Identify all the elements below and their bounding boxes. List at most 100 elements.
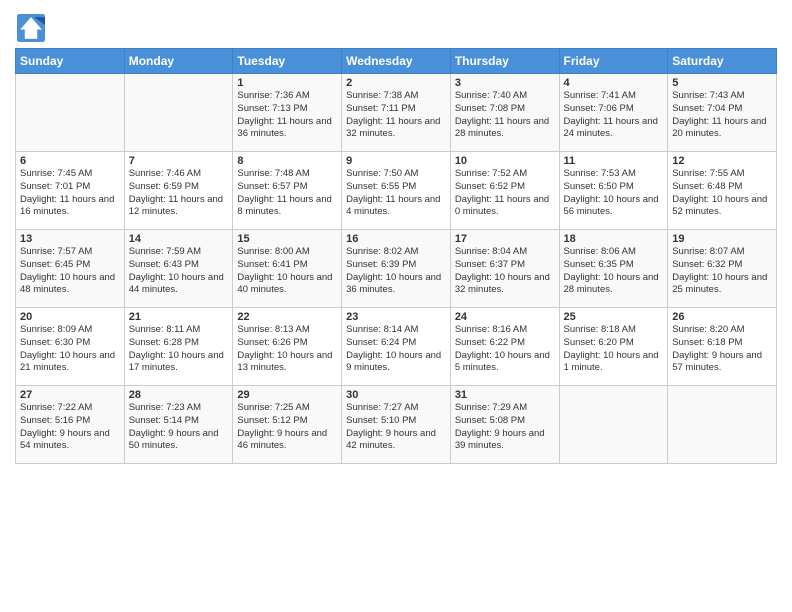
- calendar-header: SundayMondayTuesdayWednesdayThursdayFrid…: [16, 49, 777, 74]
- day-info: Sunrise: 7:55 AMSunset: 6:48 PMDaylight:…: [672, 168, 772, 219]
- day-info: Sunrise: 7:36 AMSunset: 7:13 PMDaylight:…: [237, 90, 337, 141]
- day-info: Sunrise: 7:57 AMSunset: 6:45 PMDaylight:…: [20, 246, 120, 297]
- header-cell-tuesday: Tuesday: [233, 49, 342, 74]
- day-number: 22: [237, 311, 337, 323]
- day-number: 12: [672, 155, 772, 167]
- day-info: Sunrise: 7:40 AMSunset: 7:08 PMDaylight:…: [455, 90, 555, 141]
- day-cell: 14Sunrise: 7:59 AMSunset: 6:43 PMDayligh…: [124, 230, 233, 308]
- week-row-3: 13Sunrise: 7:57 AMSunset: 6:45 PMDayligh…: [16, 230, 777, 308]
- day-info: Sunrise: 7:43 AMSunset: 7:04 PMDaylight:…: [672, 90, 772, 141]
- day-info: Sunrise: 7:48 AMSunset: 6:57 PMDaylight:…: [237, 168, 337, 219]
- day-cell: 3Sunrise: 7:40 AMSunset: 7:08 PMDaylight…: [450, 74, 559, 152]
- day-cell: 10Sunrise: 7:52 AMSunset: 6:52 PMDayligh…: [450, 152, 559, 230]
- day-cell: 15Sunrise: 8:00 AMSunset: 6:41 PMDayligh…: [233, 230, 342, 308]
- day-number: 25: [564, 311, 664, 323]
- day-number: 27: [20, 389, 120, 401]
- day-cell: 28Sunrise: 7:23 AMSunset: 5:14 PMDayligh…: [124, 386, 233, 464]
- day-cell: 4Sunrise: 7:41 AMSunset: 7:06 PMDaylight…: [559, 74, 668, 152]
- calendar-table: SundayMondayTuesdayWednesdayThursdayFrid…: [15, 48, 777, 464]
- day-info: Sunrise: 7:53 AMSunset: 6:50 PMDaylight:…: [564, 168, 664, 219]
- day-cell: 11Sunrise: 7:53 AMSunset: 6:50 PMDayligh…: [559, 152, 668, 230]
- day-number: 14: [129, 233, 229, 245]
- day-info: Sunrise: 7:22 AMSunset: 5:16 PMDaylight:…: [20, 402, 120, 453]
- logo: [15, 14, 49, 42]
- day-cell: 1Sunrise: 7:36 AMSunset: 7:13 PMDaylight…: [233, 74, 342, 152]
- day-number: 30: [346, 389, 446, 401]
- day-info: Sunrise: 8:11 AMSunset: 6:28 PMDaylight:…: [129, 324, 229, 375]
- day-number: 6: [20, 155, 120, 167]
- day-cell: 17Sunrise: 8:04 AMSunset: 6:37 PMDayligh…: [450, 230, 559, 308]
- header-cell-monday: Monday: [124, 49, 233, 74]
- day-number: 19: [672, 233, 772, 245]
- day-number: 7: [129, 155, 229, 167]
- day-cell: 20Sunrise: 8:09 AMSunset: 6:30 PMDayligh…: [16, 308, 125, 386]
- day-info: Sunrise: 8:06 AMSunset: 6:35 PMDaylight:…: [564, 246, 664, 297]
- header-row: SundayMondayTuesdayWednesdayThursdayFrid…: [16, 49, 777, 74]
- logo-icon: [17, 14, 45, 42]
- week-row-1: 1Sunrise: 7:36 AMSunset: 7:13 PMDaylight…: [16, 74, 777, 152]
- day-number: 24: [455, 311, 555, 323]
- day-number: 29: [237, 389, 337, 401]
- day-info: Sunrise: 8:04 AMSunset: 6:37 PMDaylight:…: [455, 246, 555, 297]
- day-number: 23: [346, 311, 446, 323]
- day-info: Sunrise: 7:52 AMSunset: 6:52 PMDaylight:…: [455, 168, 555, 219]
- day-cell: 16Sunrise: 8:02 AMSunset: 6:39 PMDayligh…: [342, 230, 451, 308]
- day-info: Sunrise: 8:13 AMSunset: 6:26 PMDaylight:…: [237, 324, 337, 375]
- day-cell: 23Sunrise: 8:14 AMSunset: 6:24 PMDayligh…: [342, 308, 451, 386]
- day-number: 11: [564, 155, 664, 167]
- day-cell: 31Sunrise: 7:29 AMSunset: 5:08 PMDayligh…: [450, 386, 559, 464]
- day-cell: 19Sunrise: 8:07 AMSunset: 6:32 PMDayligh…: [668, 230, 777, 308]
- day-info: Sunrise: 8:18 AMSunset: 6:20 PMDaylight:…: [564, 324, 664, 375]
- day-cell: 12Sunrise: 7:55 AMSunset: 6:48 PMDayligh…: [668, 152, 777, 230]
- day-cell: 18Sunrise: 8:06 AMSunset: 6:35 PMDayligh…: [559, 230, 668, 308]
- day-cell: [668, 386, 777, 464]
- header-cell-wednesday: Wednesday: [342, 49, 451, 74]
- day-cell: [124, 74, 233, 152]
- day-number: 28: [129, 389, 229, 401]
- day-cell: 13Sunrise: 7:57 AMSunset: 6:45 PMDayligh…: [16, 230, 125, 308]
- page: SundayMondayTuesdayWednesdayThursdayFrid…: [0, 0, 792, 474]
- day-number: 8: [237, 155, 337, 167]
- day-number: 15: [237, 233, 337, 245]
- day-info: Sunrise: 8:20 AMSunset: 6:18 PMDaylight:…: [672, 324, 772, 375]
- day-cell: 26Sunrise: 8:20 AMSunset: 6:18 PMDayligh…: [668, 308, 777, 386]
- day-info: Sunrise: 7:29 AMSunset: 5:08 PMDaylight:…: [455, 402, 555, 453]
- header-cell-thursday: Thursday: [450, 49, 559, 74]
- day-number: 5: [672, 77, 772, 89]
- day-number: 4: [564, 77, 664, 89]
- day-info: Sunrise: 7:38 AMSunset: 7:11 PMDaylight:…: [346, 90, 446, 141]
- day-number: 3: [455, 77, 555, 89]
- day-info: Sunrise: 7:59 AMSunset: 6:43 PMDaylight:…: [129, 246, 229, 297]
- day-cell: 24Sunrise: 8:16 AMSunset: 6:22 PMDayligh…: [450, 308, 559, 386]
- day-number: 1: [237, 77, 337, 89]
- day-number: 18: [564, 233, 664, 245]
- day-number: 31: [455, 389, 555, 401]
- day-cell: 21Sunrise: 8:11 AMSunset: 6:28 PMDayligh…: [124, 308, 233, 386]
- day-number: 26: [672, 311, 772, 323]
- day-cell: 27Sunrise: 7:22 AMSunset: 5:16 PMDayligh…: [16, 386, 125, 464]
- day-cell: 6Sunrise: 7:45 AMSunset: 7:01 PMDaylight…: [16, 152, 125, 230]
- day-cell: [559, 386, 668, 464]
- day-cell: 5Sunrise: 7:43 AMSunset: 7:04 PMDaylight…: [668, 74, 777, 152]
- calendar-body: 1Sunrise: 7:36 AMSunset: 7:13 PMDaylight…: [16, 74, 777, 464]
- day-info: Sunrise: 8:07 AMSunset: 6:32 PMDaylight:…: [672, 246, 772, 297]
- day-info: Sunrise: 7:25 AMSunset: 5:12 PMDaylight:…: [237, 402, 337, 453]
- day-number: 20: [20, 311, 120, 323]
- day-cell: 8Sunrise: 7:48 AMSunset: 6:57 PMDaylight…: [233, 152, 342, 230]
- week-row-5: 27Sunrise: 7:22 AMSunset: 5:16 PMDayligh…: [16, 386, 777, 464]
- day-cell: 29Sunrise: 7:25 AMSunset: 5:12 PMDayligh…: [233, 386, 342, 464]
- day-info: Sunrise: 7:50 AMSunset: 6:55 PMDaylight:…: [346, 168, 446, 219]
- header-cell-sunday: Sunday: [16, 49, 125, 74]
- header-cell-friday: Friday: [559, 49, 668, 74]
- day-info: Sunrise: 7:27 AMSunset: 5:10 PMDaylight:…: [346, 402, 446, 453]
- day-cell: 25Sunrise: 8:18 AMSunset: 6:20 PMDayligh…: [559, 308, 668, 386]
- day-info: Sunrise: 8:14 AMSunset: 6:24 PMDaylight:…: [346, 324, 446, 375]
- day-cell: 2Sunrise: 7:38 AMSunset: 7:11 PMDaylight…: [342, 74, 451, 152]
- day-number: 21: [129, 311, 229, 323]
- day-cell: 9Sunrise: 7:50 AMSunset: 6:55 PMDaylight…: [342, 152, 451, 230]
- header: [15, 10, 777, 42]
- day-info: Sunrise: 8:02 AMSunset: 6:39 PMDaylight:…: [346, 246, 446, 297]
- day-number: 10: [455, 155, 555, 167]
- day-info: Sunrise: 7:41 AMSunset: 7:06 PMDaylight:…: [564, 90, 664, 141]
- day-number: 16: [346, 233, 446, 245]
